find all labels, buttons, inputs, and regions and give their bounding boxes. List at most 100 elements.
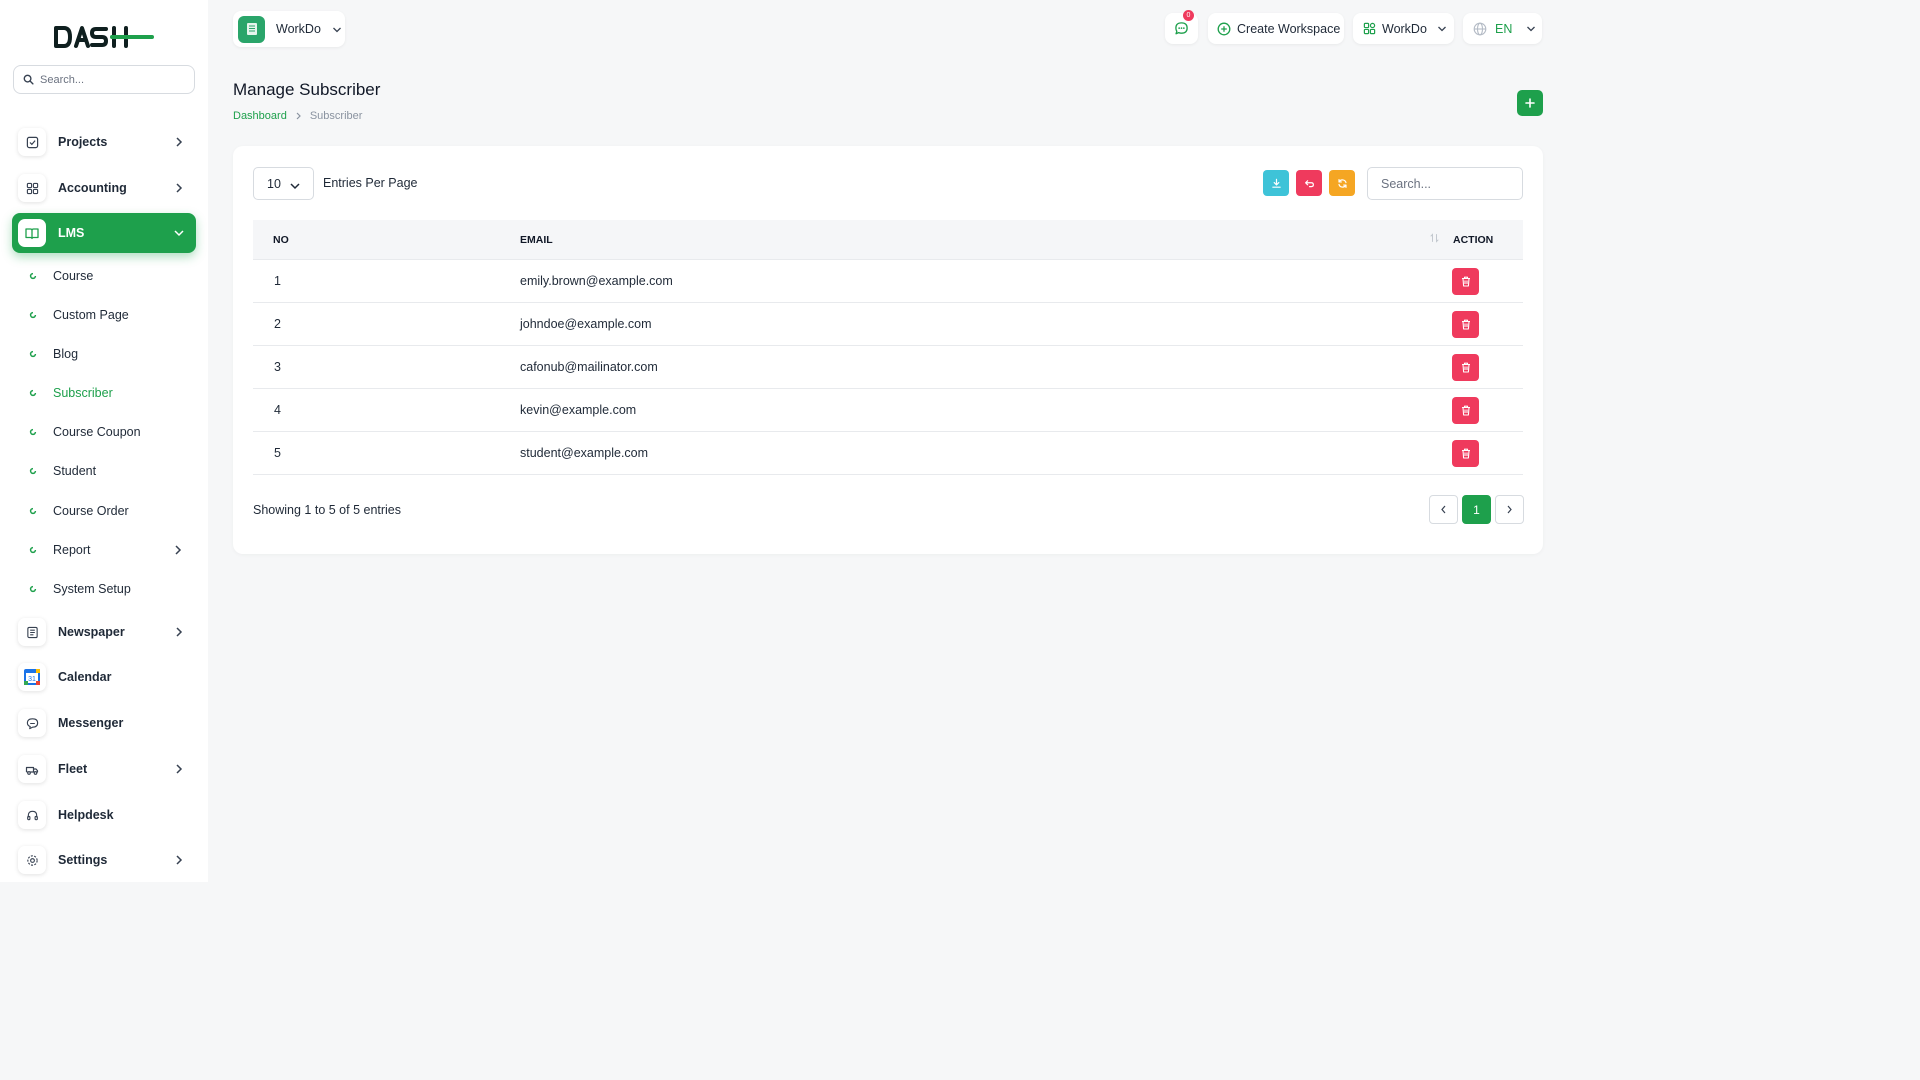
chevron-down-icon <box>290 179 300 193</box>
sidebar-subitem-system-setup[interactable]: System Setup <box>28 576 198 602</box>
breadcrumb-current: Subscriber <box>309 110 363 122</box>
column-header-action: ACTION <box>1453 234 1494 246</box>
sidebar-item-messenger[interactable]: Messenger <box>12 703 196 743</box>
dash-logo[interactable] <box>52 22 156 52</box>
chevron-left-icon <box>1441 505 1446 514</box>
sidebar-item-lms[interactable]: LMS <box>12 213 196 253</box>
create-workspace-button[interactable]: Create Workspace <box>1208 13 1344 44</box>
workspace-switcher[interactable]: WorkDo <box>233 11 345 47</box>
delete-button[interactable] <box>1452 440 1479 467</box>
newspaper-icon <box>18 618 46 646</box>
add-subscriber-button[interactable] <box>1517 90 1543 116</box>
sidebar-subitem-blog[interactable]: Blog <box>28 341 198 367</box>
sidebar-item-helpdesk[interactable]: Helpdesk <box>12 795 196 835</box>
pagination-next-button[interactable] <box>1495 495 1524 524</box>
subitem-label: Course Coupon <box>53 425 141 439</box>
delete-button[interactable] <box>1452 268 1479 295</box>
sidebar-subitem-course-order[interactable]: Course Order <box>28 498 198 524</box>
workspace-menu-button[interactable]: WorkDo <box>1353 13 1454 44</box>
sidebar-search[interactable] <box>13 65 195 94</box>
sidebar-subitem-custom-page[interactable]: Custom Page <box>28 302 198 328</box>
helpdesk-headset-icon <box>18 801 46 829</box>
lms-book-icon <box>18 219 46 247</box>
table-search-input[interactable] <box>1367 167 1523 200</box>
export-button[interactable] <box>1263 170 1289 196</box>
subitem-label: Course <box>53 269 94 283</box>
sidebar-item-newspaper[interactable]: Newspaper <box>12 612 196 652</box>
row-number: 4 <box>274 403 281 417</box>
breadcrumb-dashboard-link[interactable]: Dashboard <box>233 110 287 122</box>
plus-icon <box>1525 98 1535 108</box>
table-row: 1 emily.brown@example.com <box>253 260 1523 303</box>
sidebar-item-calendar[interactable]: 31 Calendar <box>12 657 196 697</box>
pagination-previous-button[interactable] <box>1429 495 1458 524</box>
breadcrumb: Dashboard Subscriber <box>233 110 362 122</box>
delete-button[interactable] <box>1452 354 1479 381</box>
row-email: kevin@example.com <box>520 403 637 417</box>
calendar-icon: 31 <box>18 663 46 691</box>
bullet-icon <box>28 349 38 359</box>
trash-icon <box>1461 448 1470 459</box>
showing-entries-text: Showing 1 to 5 of 5 entries <box>253 503 402 517</box>
delete-button[interactable] <box>1452 311 1479 338</box>
column-header-email[interactable]: EMAIL <box>520 234 553 246</box>
subitem-label: Course Order <box>53 504 129 518</box>
sidebar-item-settings[interactable]: Settings <box>12 840 196 880</box>
trash-icon <box>1461 276 1470 287</box>
sidebar-subitem-subscriber[interactable]: Subscriber <box>28 380 198 406</box>
table-row: 3 cafonub@mailinator.com <box>253 346 1523 389</box>
subitem-label: Custom Page <box>53 308 129 322</box>
table-row: 5 student@example.com <box>253 432 1523 475</box>
row-email: student@example.com <box>520 446 649 460</box>
row-number: 1 <box>274 274 281 288</box>
sidebar-subitem-course-coupon[interactable]: Course Coupon <box>28 419 198 445</box>
sidebar-item-accounting[interactable]: Accounting <box>12 168 196 208</box>
trash-icon <box>1461 405 1470 416</box>
chevron-right-icon <box>1507 505 1512 514</box>
sidebar-item-projects[interactable]: Projects <box>12 122 196 162</box>
subscriber-table: NO EMAIL ACTION 1 emily.brown@example.co… <box>253 220 1523 475</box>
accounting-icon <box>18 174 46 202</box>
subitem-label: Blog <box>53 347 79 361</box>
workspace-building-icon <box>238 15 265 43</box>
table-header: NO EMAIL ACTION <box>253 220 1523 260</box>
bullet-icon <box>28 506 38 516</box>
chevron-right-icon <box>174 183 184 193</box>
sidebar-item-label: Messenger <box>58 716 124 730</box>
pagination-page-button[interactable]: 1 <box>1462 495 1491 524</box>
messages-badge: 0 <box>1183 10 1194 21</box>
workspace-menu-label: WorkDo <box>1382 21 1427 36</box>
refresh-icon <box>1337 178 1347 188</box>
language-selector[interactable]: EN <box>1463 13 1542 44</box>
globe-icon <box>1473 22 1487 35</box>
sidebar-subitem-student[interactable]: Student <box>28 458 198 484</box>
subitem-label: System Setup <box>53 582 131 596</box>
row-email: cafonub@mailinator.com <box>520 360 658 374</box>
entries-per-page-select[interactable]: 10 <box>253 167 314 200</box>
messages-button[interactable]: 0 <box>1165 10 1198 44</box>
pagination: 1 <box>1429 495 1524 524</box>
sidebar-search-input[interactable] <box>40 73 180 86</box>
sidebar-subitem-report[interactable]: Report <box>28 537 198 563</box>
delete-button[interactable] <box>1452 397 1479 424</box>
plus-circle-icon <box>1217 22 1231 35</box>
chevron-down-icon <box>332 22 342 37</box>
undo-icon <box>1304 179 1314 187</box>
trash-icon <box>1461 362 1470 373</box>
table-row: 4 kevin@example.com <box>253 389 1523 432</box>
reset-button[interactable] <box>1296 170 1322 196</box>
svg-text:31: 31 <box>28 676 36 683</box>
bullet-icon <box>28 427 38 437</box>
subitem-label: Subscriber <box>53 386 113 400</box>
download-icon <box>1271 178 1281 188</box>
sidebar-item-label: Settings <box>58 853 108 867</box>
reload-button[interactable] <box>1329 170 1355 196</box>
column-header-no[interactable]: NO <box>273 234 289 246</box>
chevron-down-icon <box>1437 26 1446 31</box>
search-icon <box>23 74 34 85</box>
chat-icon <box>1175 22 1188 35</box>
sidebar-item-fleet[interactable]: Fleet <box>12 749 196 789</box>
sidebar-subitem-course[interactable]: Course <box>28 263 198 289</box>
sort-icon[interactable] <box>1430 233 1439 246</box>
sidebar-item-label: LMS <box>58 226 85 240</box>
